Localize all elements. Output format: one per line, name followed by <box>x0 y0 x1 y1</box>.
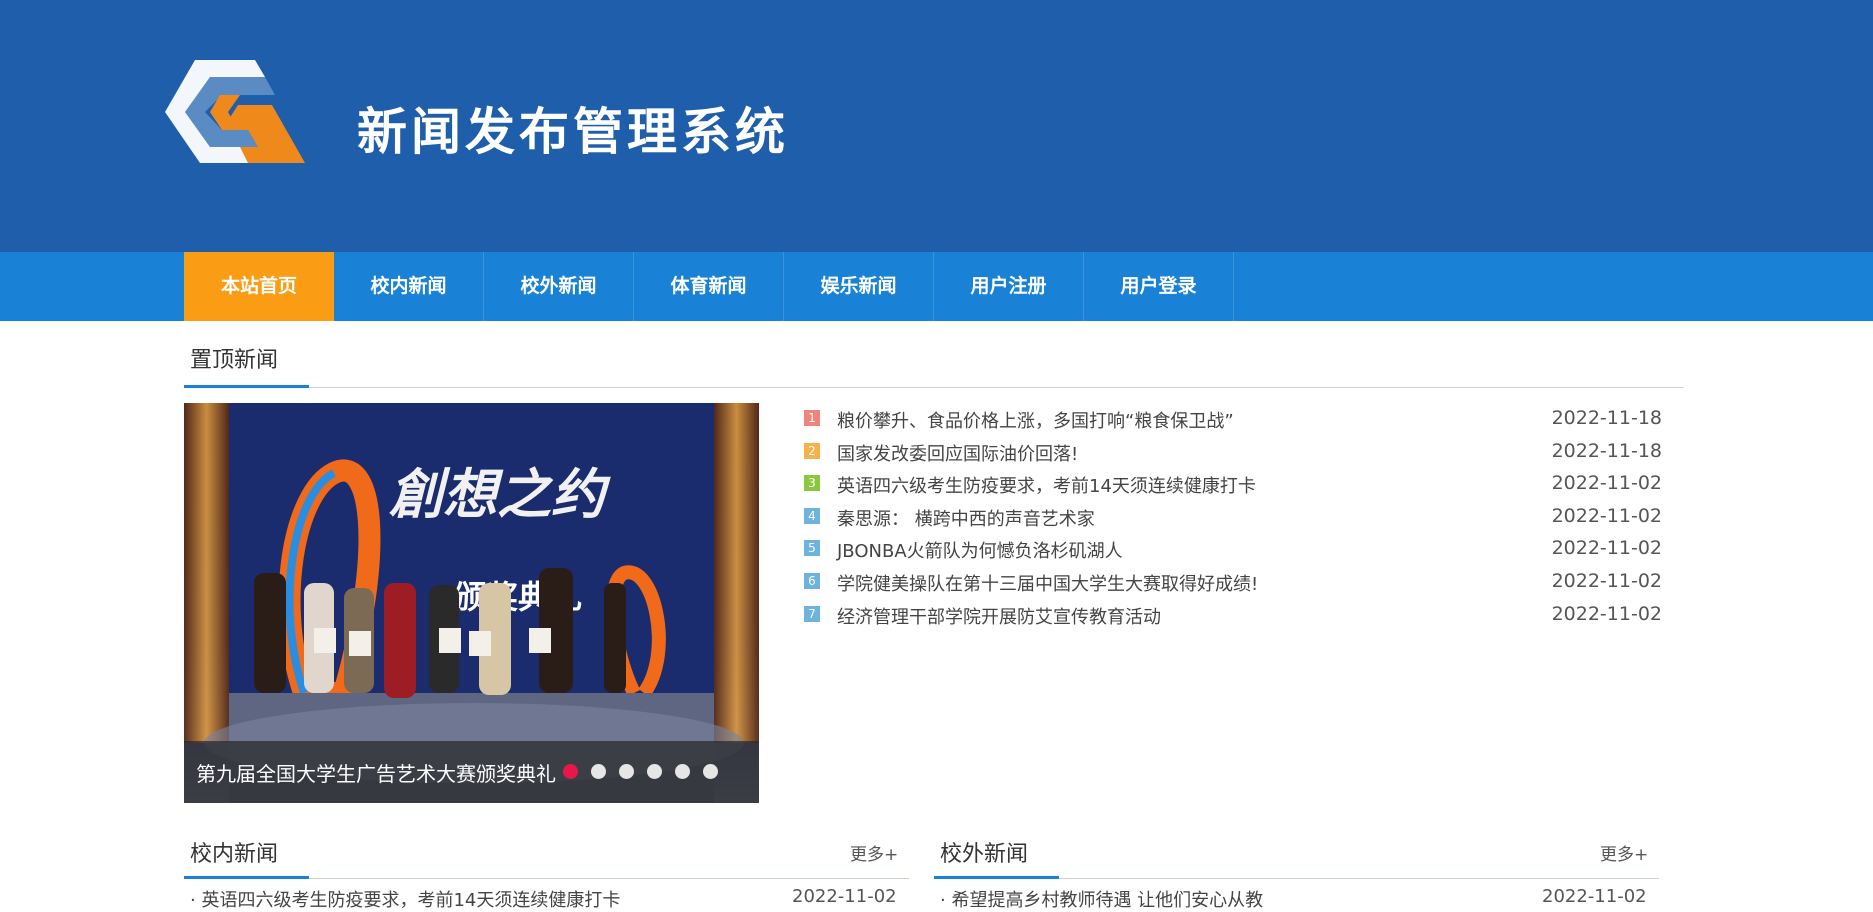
rank-badge: 2 <box>804 442 820 459</box>
rank-badge: 6 <box>804 572 820 589</box>
news-date: 2022-11-02 <box>1542 886 1647 907</box>
rank-badge: 5 <box>804 540 820 557</box>
list-item: 6 学院健美操队在第十三届中国大学生大赛取得好成绩! 2022-11-02 <box>804 569 1662 602</box>
list-item: 7 经济管理干部学院开展防艾宣传教育活动 2022-11-02 <box>804 602 1662 635</box>
slider-dot[interactable] <box>703 764 718 779</box>
campus-more-link[interactable]: 更多+ <box>850 840 898 865</box>
main-navbar: 本站首页 校内新闻 校外新闻 体育新闻 娱乐新闻 用户注册 用户登录 <box>0 252 1873 321</box>
header-banner: 新闻发布管理系统 <box>0 0 1873 252</box>
featured-slider[interactable]: 創想之约 颁奖典礼 第九届全国大学生广告艺术大赛颁奖典礼 <box>184 403 759 803</box>
site-logo-icon <box>165 60 305 163</box>
campus-news-title: 校内新闻 <box>190 842 279 867</box>
slider-dot[interactable] <box>647 764 662 779</box>
news-date: 2022-11-02 <box>792 886 897 907</box>
slider-dot[interactable] <box>563 764 578 779</box>
news-date: 2022-11-02 <box>1551 472 1662 495</box>
featured-news-list: 1 粮价攀升、食品价格上涨，多国打响“粮食保卫战” 2022-11-18 2 国… <box>804 406 1662 634</box>
slider-dot[interactable] <box>619 764 634 779</box>
news-title-link[interactable]: 英语四六级考生防疫要求，考前14天须连续健康打卡 <box>201 890 620 911</box>
news-date: 2022-11-18 <box>1551 407 1662 429</box>
slide-caption[interactable]: 第九届全国大学生广告艺术大赛颁奖典礼 <box>196 758 556 787</box>
svg-text:創想之约: 創想之约 <box>389 463 611 526</box>
featured-section-header: 置顶新闻 <box>184 342 1684 390</box>
outside-news-header: 校外新闻 更多+ <box>934 836 1659 884</box>
outside-news-item[interactable]: · 希望提高乡村教师待遇 让他们安心从教 <box>940 886 1263 912</box>
list-item: 3 英语四六级考生防疫要求，考前14天须连续健康打卡 2022-11-02 <box>804 471 1662 504</box>
news-date: 2022-11-02 <box>1551 569 1662 592</box>
news-date: 2022-11-02 <box>1551 602 1662 625</box>
nav-home[interactable]: 本站首页 <box>184 252 334 321</box>
nav-campus-news[interactable]: 校内新闻 <box>334 252 484 321</box>
rank-badge: 1 <box>804 410 820 426</box>
news-title-link[interactable]: 粮价攀升、食品价格上涨，多国打响“粮食保卫战” <box>837 407 1234 433</box>
news-title-link[interactable]: 希望提高乡村教师待遇 让他们安心从教 <box>951 890 1263 911</box>
news-title-link[interactable]: 英语四六级考生防疫要求，考前14天须连续健康打卡 <box>837 472 1256 498</box>
rank-badge: 7 <box>804 605 820 622</box>
news-title-link[interactable]: 国家发改委回应国际油价回落! <box>837 440 1078 466</box>
news-title-link[interactable]: 学院健美操队在第十三届中国大学生大赛取得好成绩! <box>837 570 1258 596</box>
nav-register[interactable]: 用户注册 <box>934 252 1084 321</box>
featured-section-title: 置顶新闻 <box>190 348 279 373</box>
news-date: 2022-11-18 <box>1551 439 1662 462</box>
slider-dot[interactable] <box>591 764 606 779</box>
news-title-link[interactable]: 秦思源： 横跨中西的声音艺术家 <box>837 505 1095 531</box>
list-item: 4 秦思源： 横跨中西的声音艺术家 2022-11-02 <box>804 504 1662 537</box>
section-divider <box>184 387 1684 388</box>
section-title-underline <box>934 876 1059 879</box>
list-item: 2 国家发改委回应国际油价回落! 2022-11-18 <box>804 439 1662 472</box>
rank-badge: 3 <box>804 475 820 492</box>
news-date: 2022-11-02 <box>1551 537 1662 560</box>
campus-news-item[interactable]: · 英语四六级考生防疫要求，考前14天须连续健康打卡 <box>190 886 620 912</box>
slider-dots <box>563 764 731 779</box>
news-title-link[interactable]: 经济管理干部学院开展防艾宣传教育活动 <box>837 603 1161 629</box>
nav-login[interactable]: 用户登录 <box>1084 252 1234 321</box>
nav-entertainment-news[interactable]: 娱乐新闻 <box>784 252 934 321</box>
nav-sports-news[interactable]: 体育新闻 <box>634 252 784 321</box>
outside-news-title: 校外新闻 <box>940 842 1029 867</box>
news-title-link[interactable]: JBONBA火箭队为何憾负洛杉矶湖人 <box>837 537 1123 563</box>
list-item: 1 粮价攀升、食品价格上涨，多国打响“粮食保卫战” 2022-11-18 <box>804 406 1662 439</box>
slider-dot[interactable] <box>675 764 690 779</box>
site-title: 新闻发布管理系统 <box>357 103 789 161</box>
list-item: 5 JBONBA火箭队为何憾负洛杉矶湖人 2022-11-02 <box>804 536 1662 569</box>
slide-caption-bar: 第九届全国大学生广告艺术大赛颁奖典礼 <box>184 741 759 803</box>
news-date: 2022-11-02 <box>1551 504 1662 527</box>
section-title-underline <box>184 876 309 879</box>
outside-more-link[interactable]: 更多+ <box>1600 840 1648 865</box>
nav-outside-news[interactable]: 校外新闻 <box>484 252 634 321</box>
section-title-underline <box>184 385 309 388</box>
nav-list: 本站首页 校内新闻 校外新闻 体育新闻 娱乐新闻 用户注册 用户登录 <box>184 252 1234 321</box>
campus-news-header: 校内新闻 更多+ <box>184 836 909 884</box>
rank-badge: 4 <box>804 507 820 524</box>
